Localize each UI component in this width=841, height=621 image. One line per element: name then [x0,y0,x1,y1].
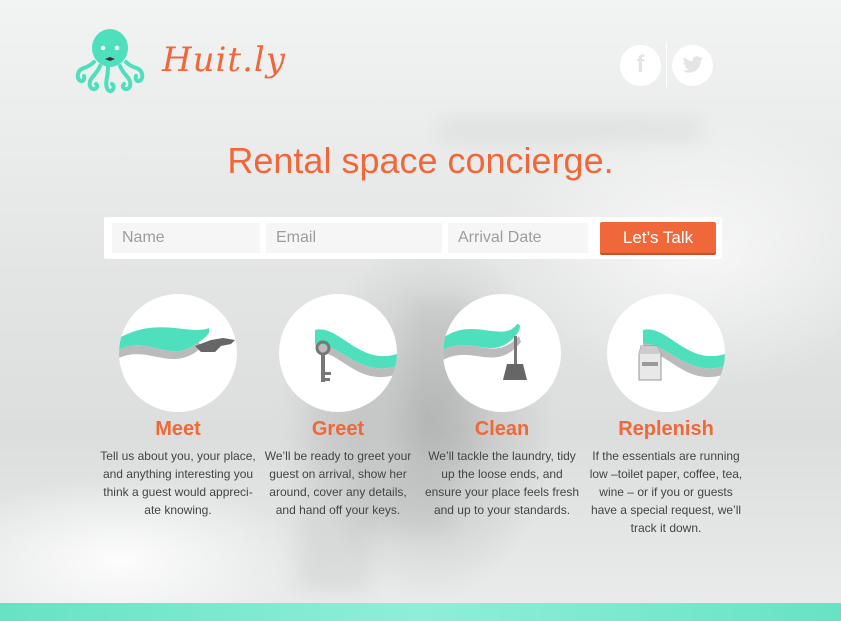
contact-form: Let’s Talk [104,217,722,259]
email-input[interactable] [266,223,442,253]
broom-icon [443,324,527,380]
feature-description: We’ll tackle the laundry, tidy up the lo… [424,449,580,517]
footer-accent-bar [0,603,841,621]
facebook-icon: f [636,51,645,78]
lets-talk-button[interactable]: Let’s Talk [600,222,716,253]
arrival-date-input[interactable] [448,223,588,253]
brand-name: Huit.ly [162,40,286,80]
feature-description: Tell us about you, your place, and anyth… [100,449,256,517]
twitter-button[interactable] [672,44,713,86]
facebook-button[interactable]: f [620,44,661,86]
name-input[interactable] [112,223,260,253]
feature-replenish: Replenish If the essentials are running … [586,294,746,537]
feature-meet: Meet Tell us about you, your place, and … [98,294,258,519]
feature-title: Clean [474,418,530,440]
feature-title: Greet [311,418,365,440]
feature-clean: Clean We’ll tackle the laundry, tidy up … [422,294,582,519]
twitter-icon [682,56,703,73]
feature-greet: Greet We’ll be ready to greet your guest… [258,294,418,519]
page-title: Rental space concierge. [227,140,614,181]
social-links: f [620,43,713,87]
brand-logo[interactable]: Huit.ly [74,26,286,94]
feature-circle [607,294,725,412]
feature-description: If the essentials are running low –toile… [589,449,743,535]
feature-title: Replenish [618,418,714,440]
octopus-icon [75,29,145,94]
feature-description: We’ll be ready to greet your guest on ar… [264,449,412,517]
key-icon [315,329,397,382]
social-divider [666,43,667,87]
feature-circle [119,294,237,412]
coffee-bag-icon [638,329,725,381]
feature-title: Meet [155,418,201,440]
handshake-icon [119,327,235,360]
feature-circle [279,294,397,412]
feature-circle [443,294,561,412]
